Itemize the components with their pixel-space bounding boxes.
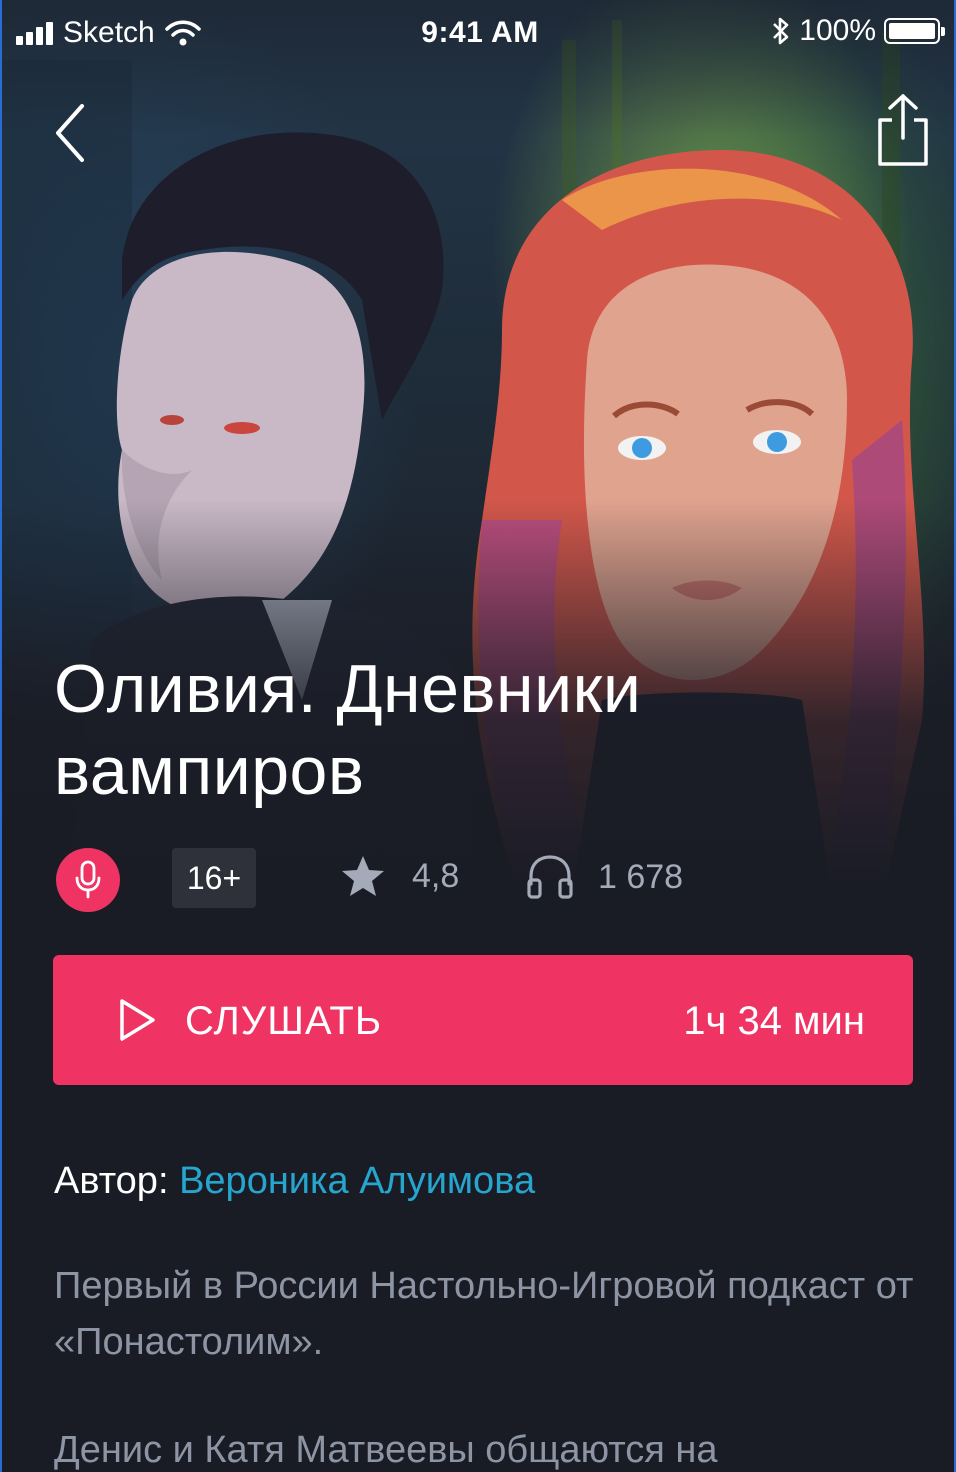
listen-button[interactable]: СЛУШАТЬ 1ч 34 мин xyxy=(53,955,913,1085)
author-link[interactable]: Вероника Алуимова xyxy=(179,1160,535,1202)
microphone-icon xyxy=(75,860,101,899)
status-right: 100% xyxy=(771,14,945,48)
star-icon xyxy=(342,856,384,896)
chevron-left-icon xyxy=(56,104,84,162)
status-bar: Sketch 9:41 AM 100% xyxy=(2,0,954,70)
listen-button-label: СЛУШАТЬ xyxy=(185,999,383,1043)
share-button[interactable] xyxy=(870,92,936,170)
meta-row: 16+ 4,8 1 678 xyxy=(54,846,914,912)
play-icon xyxy=(120,999,155,1041)
cover-artwork xyxy=(2,0,954,960)
rating-value: 4,8 xyxy=(412,856,460,895)
content-type-badge xyxy=(56,848,120,912)
headphones-icon xyxy=(527,855,573,899)
hero-gradient-overlay xyxy=(2,0,954,960)
share-icon xyxy=(878,94,928,166)
description-paragraph: Денис и Катя Матвеевы общаются на xyxy=(54,1429,718,1471)
listens-value: 1 678 xyxy=(598,857,684,896)
battery-icon xyxy=(884,18,945,44)
audiobook-detail-screen: Sketch 9:41 AM 100% Оливия. Дневники вам… xyxy=(0,0,956,1472)
description-paragraph: Первый в России Настольно-Игровой подкас… xyxy=(54,1265,914,1363)
author-line: Автор: Вероника Алуимова xyxy=(54,1160,535,1203)
bluetooth-icon xyxy=(773,17,789,45)
rating: 4,8 xyxy=(340,854,459,898)
back-button[interactable] xyxy=(48,100,96,166)
age-rating-badge: 16+ xyxy=(172,848,256,908)
description: Первый в России Настольно-Игровой подкас… xyxy=(54,1258,914,1472)
book-title: Оливия. Дневники вампиров xyxy=(54,651,642,809)
listens-count: 1 678 xyxy=(526,854,683,900)
battery-percent: 100% xyxy=(799,14,876,47)
author-label: Автор: xyxy=(54,1160,169,1202)
duration: 1ч 34 мин xyxy=(683,999,865,1043)
